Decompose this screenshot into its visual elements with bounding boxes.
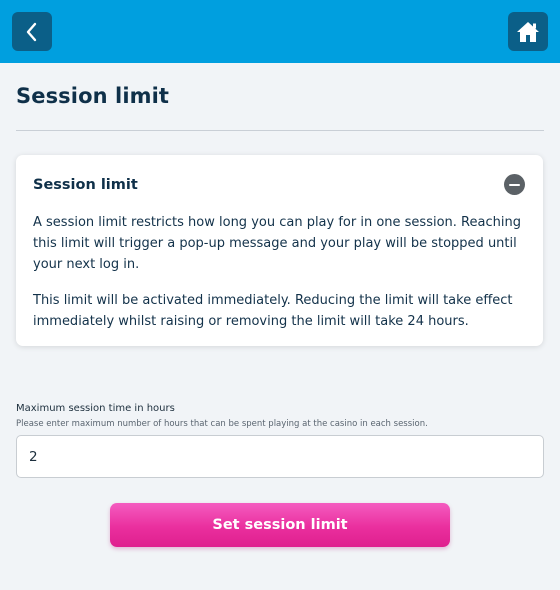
page-title: Session limit bbox=[16, 84, 170, 108]
chevron-left-icon bbox=[26, 22, 37, 41]
hours-field-label: Maximum session time in hours bbox=[16, 403, 175, 414]
minus-circle-icon[interactable] bbox=[504, 174, 525, 195]
info-card: Session limit A session limit restricts … bbox=[16, 155, 543, 346]
title-divider bbox=[16, 130, 544, 131]
hours-field-hint: Please enter maximum number of hours tha… bbox=[16, 419, 428, 429]
info-card-title: Session limit bbox=[33, 177, 138, 193]
home-button[interactable] bbox=[508, 12, 548, 51]
info-paragraph-1: A session limit restricts how long you c… bbox=[33, 215, 521, 272]
home-icon bbox=[517, 21, 539, 42]
back-button[interactable] bbox=[12, 12, 52, 51]
set-session-limit-button[interactable]: Set session limit bbox=[110, 503, 450, 547]
top-bar bbox=[0, 0, 560, 63]
info-paragraph-2: This limit will be activated immediately… bbox=[33, 293, 513, 329]
session-hours-input[interactable] bbox=[16, 435, 544, 478]
